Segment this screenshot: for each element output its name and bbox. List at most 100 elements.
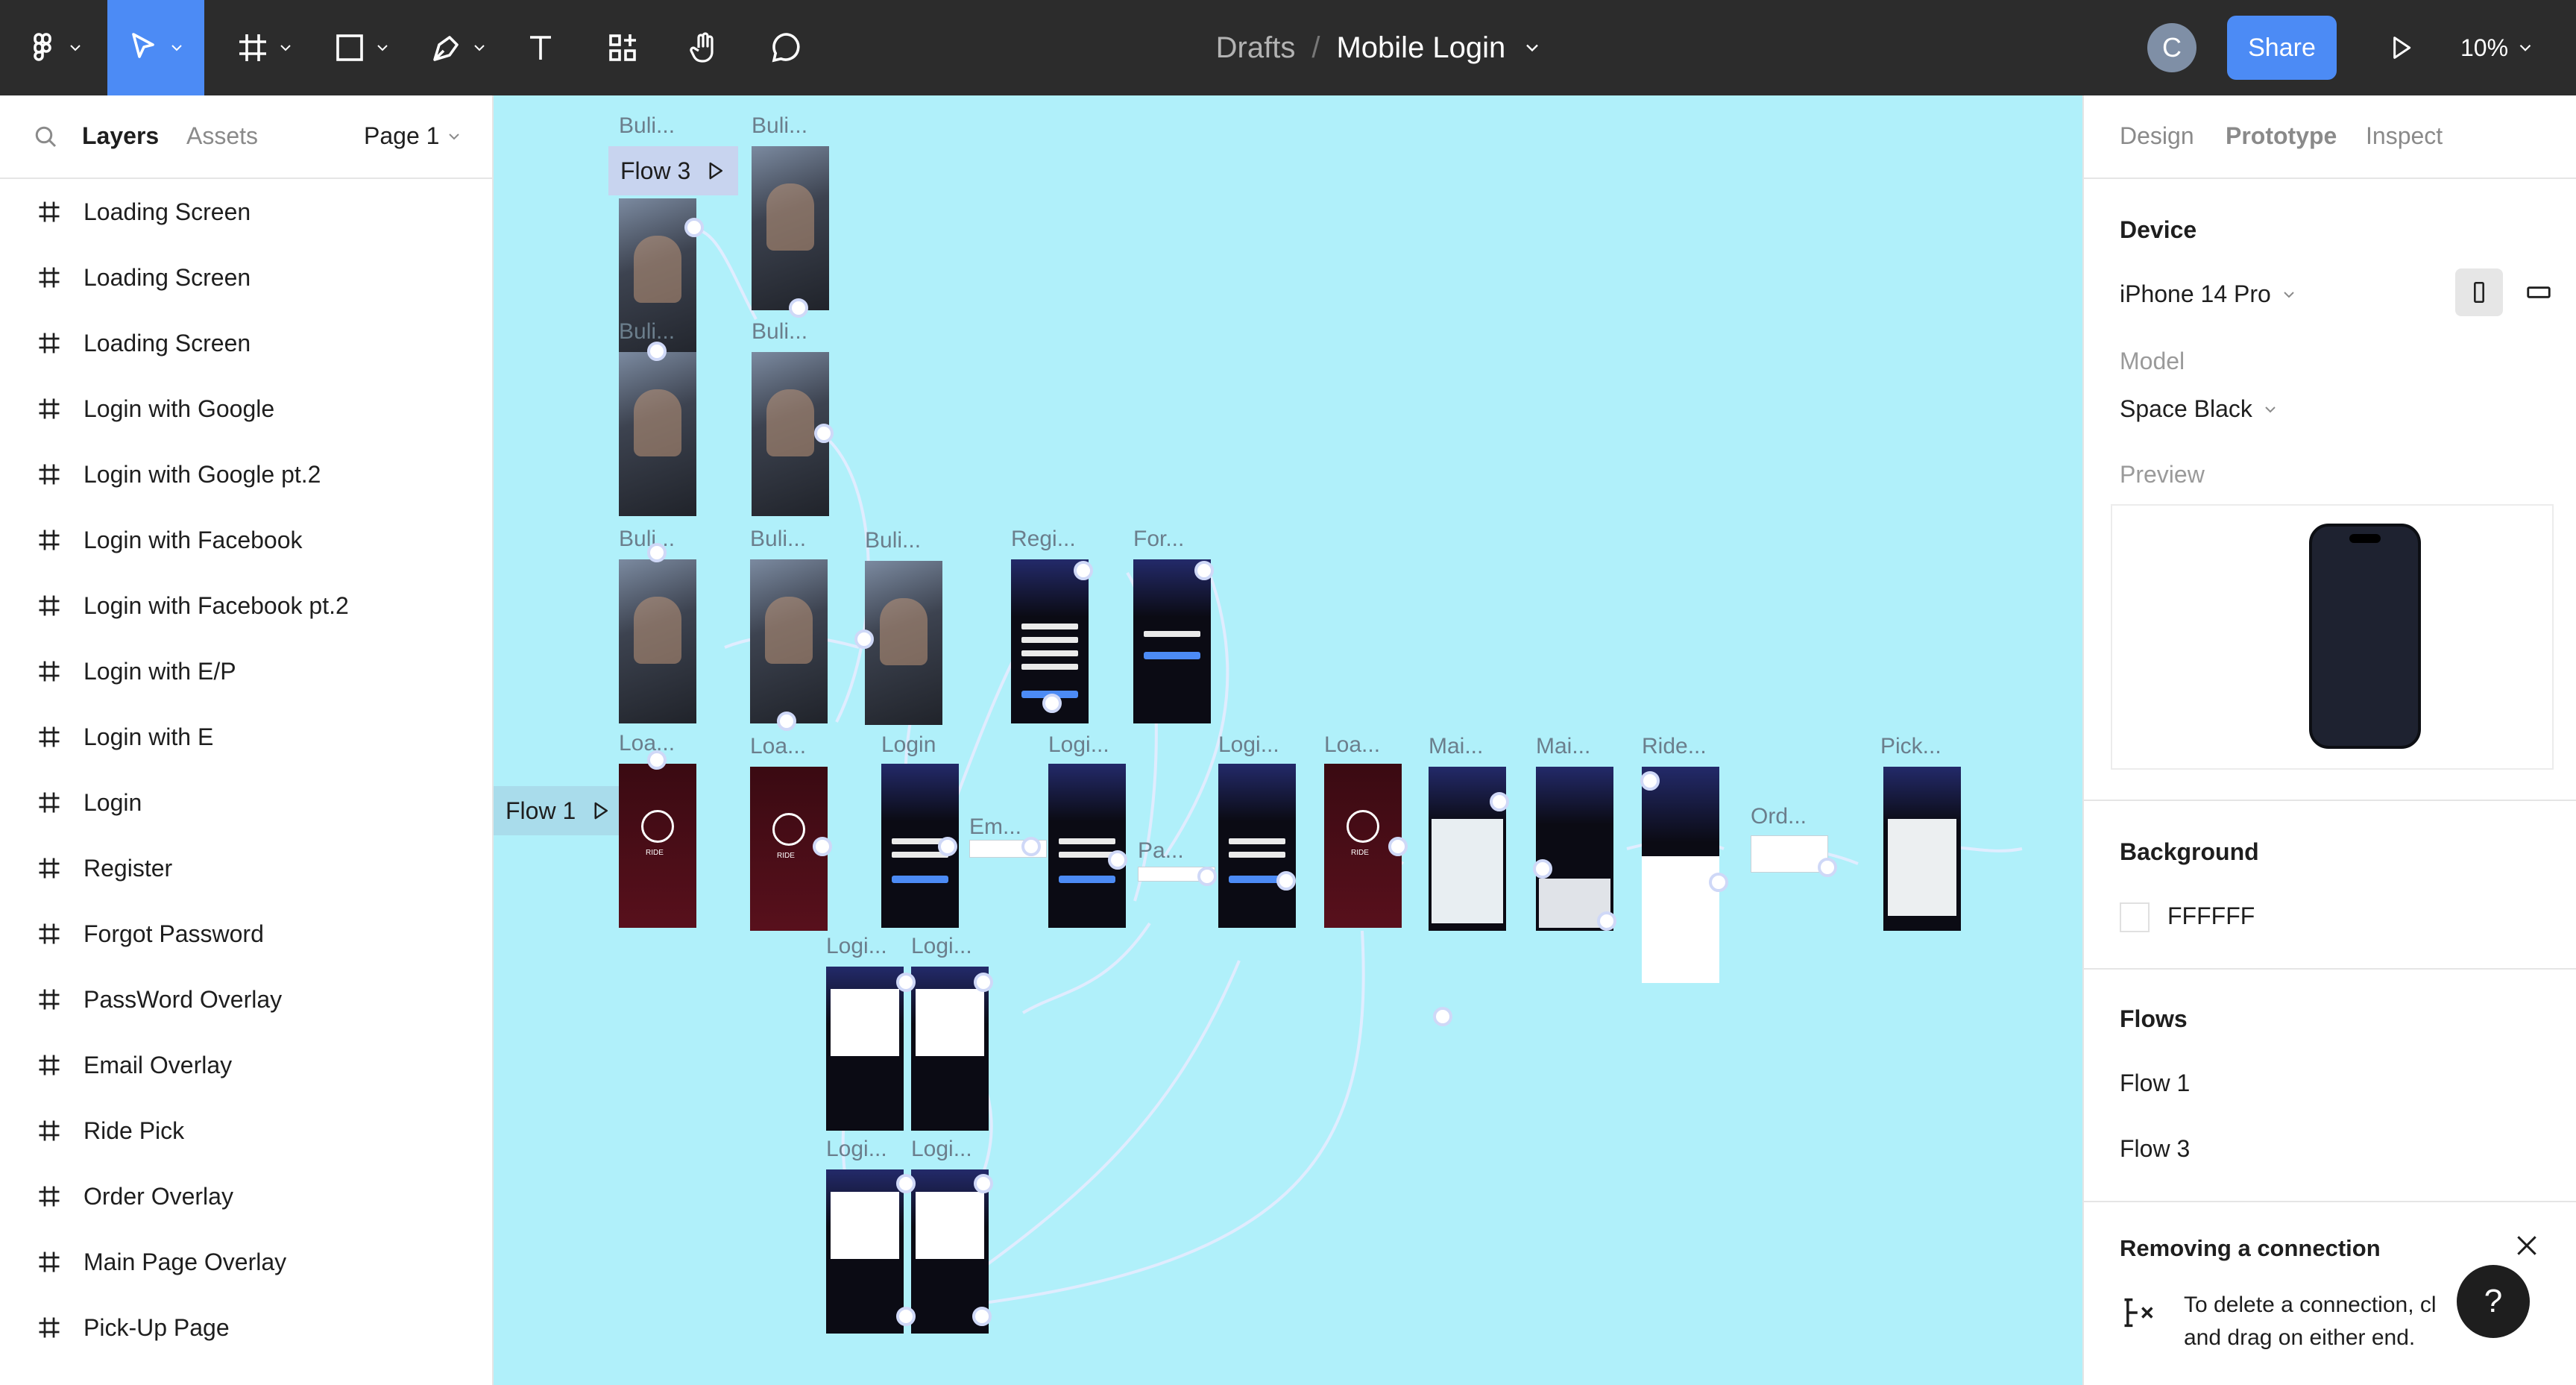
- connection-node[interactable]: [1533, 859, 1552, 879]
- model-select[interactable]: Space Black: [2120, 395, 2279, 423]
- frame-label[interactable]: Buli...: [865, 528, 921, 553]
- layer-item[interactable]: Login with Facebook: [0, 507, 492, 573]
- frame-thumbnail[interactable]: [752, 146, 829, 310]
- connection-node[interactable]: [684, 218, 704, 237]
- tab-layers[interactable]: Layers: [82, 122, 159, 150]
- frame-label[interactable]: Mai...: [1429, 734, 1483, 759]
- frame-label[interactable]: Buli...: [619, 527, 675, 552]
- frame-thumbnail[interactable]: [865, 561, 942, 725]
- frame-label[interactable]: Ord...: [1751, 804, 1807, 829]
- frame-label[interactable]: For...: [1133, 527, 1184, 552]
- frame-label[interactable]: Loa...: [750, 734, 806, 759]
- layer-item[interactable]: Forgot Password: [0, 901, 492, 967]
- tab-inspect[interactable]: Inspect: [2366, 122, 2443, 150]
- frame-tool-button[interactable]: [224, 0, 306, 95]
- frame-thumbnail[interactable]: [1429, 767, 1506, 931]
- connection-node[interactable]: [1021, 837, 1041, 856]
- connection-node[interactable]: [1597, 911, 1616, 931]
- text-tool-button[interactable]: [514, 0, 567, 95]
- connection-node[interactable]: [1818, 858, 1837, 877]
- connection-node[interactable]: [647, 750, 667, 770]
- frame-label[interactable]: Logi...: [826, 1137, 887, 1162]
- layer-item[interactable]: Ride Pick: [0, 1098, 492, 1163]
- connection-node[interactable]: [1108, 850, 1127, 870]
- connection-node[interactable]: [1074, 561, 1093, 580]
- layer-item[interactable]: Register: [0, 835, 492, 901]
- connection-node[interactable]: [1042, 694, 1062, 713]
- layer-item[interactable]: Login with Google pt.2: [0, 442, 492, 507]
- help-button[interactable]: ?: [2457, 1265, 2530, 1338]
- frame-thumbnail[interactable]: [1048, 764, 1126, 928]
- connection-node[interactable]: [813, 837, 832, 856]
- frame-label[interactable]: Logi...: [911, 934, 972, 959]
- move-tool-button[interactable]: [107, 0, 204, 95]
- document-title[interactable]: Drafts / Mobile Login: [1118, 0, 1640, 95]
- connection-node[interactable]: [647, 543, 667, 562]
- frame-thumbnail[interactable]: [1751, 835, 1828, 873]
- background-hex-input[interactable]: FFFFFF: [2167, 902, 2255, 930]
- design-canvas[interactable]: Flow 3 Flow 1 Buli... Buli... Buli... Bu…: [494, 95, 2082, 1385]
- frame-thumbnail[interactable]: [826, 967, 904, 1131]
- frame-label[interactable]: Login: [881, 732, 936, 758]
- connection-node[interactable]: [789, 298, 808, 318]
- layer-item[interactable]: Order Overlay: [0, 1163, 492, 1229]
- background-color-swatch[interactable]: [2120, 902, 2150, 932]
- main-menu-button[interactable]: [21, 0, 88, 95]
- connection-node[interactable]: [1709, 873, 1728, 892]
- present-button[interactable]: [2371, 18, 2431, 78]
- shape-tool-button[interactable]: [321, 0, 403, 95]
- breadcrumb-drafts[interactable]: Drafts: [1216, 31, 1296, 65]
- user-avatar[interactable]: C: [2147, 23, 2196, 72]
- frame-label[interactable]: Buli...: [619, 319, 675, 345]
- connection-node[interactable]: [814, 424, 834, 443]
- comment-tool-button[interactable]: [760, 0, 813, 95]
- close-icon[interactable]: [2512, 1231, 2542, 1260]
- layer-item[interactable]: Loading Screen: [0, 179, 492, 245]
- layer-item[interactable]: Loading Screen: [0, 245, 492, 310]
- connection-node[interactable]: [647, 342, 667, 361]
- frame-label[interactable]: Regi...: [1011, 527, 1076, 552]
- frame-label[interactable]: Logi...: [1048, 732, 1109, 758]
- frame-label[interactable]: Buli...: [752, 319, 807, 345]
- connection-node[interactable]: [1490, 792, 1509, 811]
- connection-node[interactable]: [896, 973, 916, 992]
- frame-thumbnail[interactable]: [911, 967, 989, 1131]
- play-icon[interactable]: [704, 160, 726, 182]
- flow-start-flow-1[interactable]: Flow 1: [494, 786, 624, 835]
- tab-prototype[interactable]: Prototype: [2226, 122, 2337, 150]
- frame-label[interactable]: Mai...: [1536, 734, 1590, 759]
- layer-item[interactable]: Email Overlay: [0, 1032, 492, 1098]
- connection-node[interactable]: [854, 629, 874, 649]
- frame-thumbnail[interactable]: RIDE: [619, 764, 696, 928]
- tab-design[interactable]: Design: [2120, 122, 2194, 150]
- frame-label[interactable]: Logi...: [1218, 732, 1279, 758]
- layer-item[interactable]: Login with Facebook pt.2: [0, 573, 492, 638]
- connection-node[interactable]: [896, 1307, 916, 1326]
- layer-item[interactable]: Login with E: [0, 704, 492, 770]
- frame-label[interactable]: Ride...: [1642, 734, 1707, 759]
- flow-item[interactable]: Flow 1: [2120, 1070, 2190, 1097]
- connection-node[interactable]: [1194, 561, 1214, 580]
- search-icon[interactable]: [33, 124, 60, 151]
- chevron-down-icon[interactable]: [1522, 37, 1543, 58]
- frame-thumbnail[interactable]: [1883, 767, 1961, 931]
- frame-label[interactable]: Pick...: [1880, 734, 1942, 759]
- connection-node[interactable]: [938, 837, 957, 856]
- layer-item[interactable]: Login with Google: [0, 376, 492, 442]
- layer-item[interactable]: Login with E/P: [0, 638, 492, 704]
- page-selector[interactable]: Page 1: [364, 122, 463, 150]
- hand-tool-button[interactable]: [678, 0, 731, 95]
- connection-node[interactable]: [896, 1174, 916, 1193]
- frame-thumbnail[interactable]: [1536, 767, 1613, 931]
- pen-tool-button[interactable]: [418, 0, 500, 95]
- landscape-orientation-button[interactable]: [2515, 268, 2563, 316]
- frame-thumbnail[interactable]: [619, 352, 696, 516]
- frame-label[interactable]: Em...: [969, 814, 1021, 840]
- frame-label[interactable]: Buli...: [752, 113, 807, 139]
- device-select[interactable]: iPhone 14 Pro: [2120, 280, 2298, 308]
- layer-item[interactable]: Main Page Overlay: [0, 1229, 492, 1295]
- frame-thumbnail[interactable]: [619, 559, 696, 723]
- frame-thumbnail[interactable]: [1642, 767, 1719, 983]
- layer-item[interactable]: Loading Screen: [0, 310, 492, 376]
- portrait-orientation-button[interactable]: [2455, 268, 2503, 316]
